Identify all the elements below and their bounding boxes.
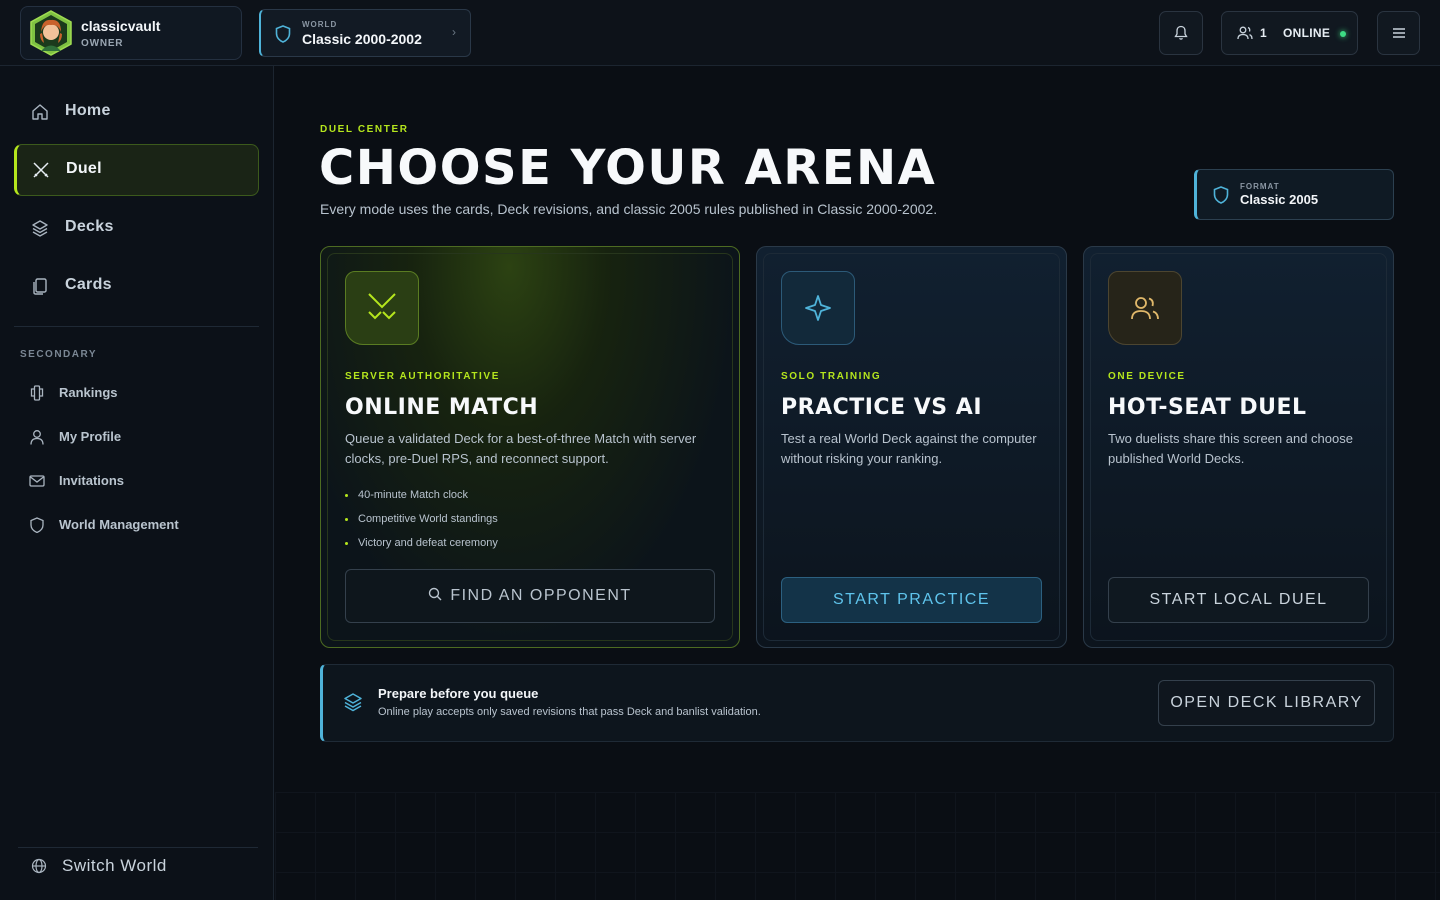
sidebar-divider: [14, 326, 259, 327]
avatar: [30, 10, 72, 56]
sidebar: Home Duel Decks Cards SECONDARY Rankings: [0, 66, 274, 900]
sidebar-item-decks[interactable]: Decks: [14, 202, 259, 254]
sidebar-item-duel[interactable]: Duel: [14, 144, 259, 196]
card-description: Test a real World Deck against the compu…: [781, 431, 1037, 466]
sidebar-item-label: Decks: [65, 218, 114, 235]
sidebar-item-invitations[interactable]: Invitations: [14, 463, 259, 499]
chevron-right-icon: ›: [452, 25, 456, 39]
card-title: HOT-SEAT DUEL: [1108, 395, 1307, 420]
feature-item: Competitive World standings: [345, 511, 498, 535]
user-icon: [30, 430, 44, 445]
cards-icon: [33, 278, 47, 295]
sidebar-item-label: Home: [65, 102, 111, 119]
mode-icon-tile: [781, 271, 855, 345]
user-card[interactable]: classicvault OWNER: [20, 6, 242, 60]
find-opponent-label: FIND AN OPPONENT: [450, 587, 632, 604]
mode-icon-tile: [1108, 271, 1182, 345]
sidebar-item-label: My Profile: [59, 429, 122, 444]
top-bar: classicvault OWNER WORLD Classic 2000-20…: [0, 0, 1440, 66]
world-name: Classic 2000-2002: [302, 31, 422, 47]
page-eyebrow: DUEL CENTER: [320, 124, 409, 135]
sidebar-item-profile[interactable]: My Profile: [14, 419, 259, 455]
format-label: FORMAT: [1240, 182, 1280, 191]
start-local-duel-button[interactable]: START LOCAL DUEL: [1108, 577, 1369, 623]
sparkle-icon: [805, 295, 831, 321]
sidebar-item-label: Invitations: [59, 473, 125, 488]
online-count: 1: [1260, 26, 1267, 40]
page-title: CHOOSE YOUR ARENA: [319, 140, 937, 196]
feature-item: Victory and defeat ceremony: [345, 535, 498, 559]
shield-icon: [275, 25, 291, 43]
username: classicvault: [81, 18, 161, 34]
mode-card-practice: SOLO TRAINING PRACTICE VS AI Test a real…: [756, 246, 1067, 648]
feature-list: 40-minute Match clock Competitive World …: [345, 487, 498, 559]
card-title: PRACTICE VS AI: [781, 395, 983, 420]
sidebar-item-home[interactable]: Home: [14, 86, 259, 138]
find-opponent-button[interactable]: FIND AN OPPONENT: [345, 569, 715, 623]
swords-icon: [33, 162, 49, 178]
online-label: ONLINE: [1283, 26, 1331, 40]
card-eyebrow: ONE DEVICE: [1108, 371, 1186, 382]
switch-world-button[interactable]: Switch World: [20, 846, 260, 886]
card-eyebrow: SOLO TRAINING: [781, 371, 882, 382]
users-icon: [1237, 26, 1253, 40]
card-title: ONLINE MATCH: [345, 395, 539, 420]
online-status-dot: [1340, 31, 1346, 37]
open-deck-library-button[interactable]: OPEN DECK LIBRARY: [1158, 680, 1375, 726]
sidebar-item-cards[interactable]: Cards: [14, 260, 259, 312]
mode-card-hotseat: ONE DEVICE HOT-SEAT DUEL Two duelists sh…: [1083, 246, 1394, 648]
secondary-heading: SECONDARY: [20, 349, 98, 360]
layers-icon: [32, 220, 48, 237]
online-players-button[interactable]: 1 ONLINE: [1221, 11, 1358, 55]
format-badge: FORMAT Classic 2005: [1194, 169, 1394, 220]
mail-icon: [29, 475, 45, 487]
switch-world-label: Switch World: [62, 856, 167, 875]
background-grid: [275, 792, 1440, 900]
bell-icon: [1174, 25, 1188, 40]
prepare-subtitle: Online play accepts only saved revisions…: [378, 706, 761, 718]
prepare-title: Prepare before you queue: [378, 686, 539, 701]
world-label: WORLD: [302, 20, 338, 29]
sidebar-item-label: Cards: [65, 276, 112, 293]
sidebar-item-label: Duel: [66, 160, 102, 177]
format-value: Classic 2005: [1240, 192, 1319, 207]
feature-item: 40-minute Match clock: [345, 487, 498, 511]
crossed-swords-icon: [368, 293, 396, 320]
users-icon: [1131, 297, 1159, 320]
prepare-banner: Prepare before you queue Online play acc…: [320, 664, 1394, 742]
mode-icon-tile: [345, 271, 419, 345]
sidebar-item-label: World Management: [59, 517, 179, 532]
mode-card-online-match: SERVER AUTHORITATIVE ONLINE MATCH Queue …: [320, 246, 740, 648]
shield-icon: [30, 517, 44, 533]
world-selector[interactable]: WORLD Classic 2000-2002 ›: [259, 9, 471, 57]
shield-icon: [1213, 186, 1229, 204]
notifications-button[interactable]: [1159, 11, 1203, 55]
page-subtitle: Every mode uses the cards, Deck revision…: [320, 201, 938, 217]
menu-button[interactable]: [1377, 11, 1420, 55]
sidebar-item-label: Rankings: [59, 385, 118, 400]
hamburger-icon: [1392, 28, 1405, 38]
card-eyebrow: SERVER AUTHORITATIVE: [345, 371, 500, 382]
home-icon: [32, 104, 48, 120]
sidebar-item-world-management[interactable]: World Management: [14, 507, 259, 543]
user-role: OWNER: [81, 38, 124, 49]
card-description: Queue a validated Deck for a best-of-thr…: [345, 431, 697, 466]
layers-icon: [344, 693, 362, 712]
sidebar-item-rankings[interactable]: Rankings: [14, 375, 259, 411]
globe-icon: [31, 858, 47, 874]
start-practice-button[interactable]: START PRACTICE: [781, 577, 1042, 623]
card-description: Two duelists share this screen and choos…: [1108, 431, 1353, 466]
trophy-icon: [30, 385, 44, 401]
main-content: DUEL CENTER CHOOSE YOUR ARENA Every mode…: [275, 66, 1440, 900]
search-icon: [429, 588, 442, 601]
